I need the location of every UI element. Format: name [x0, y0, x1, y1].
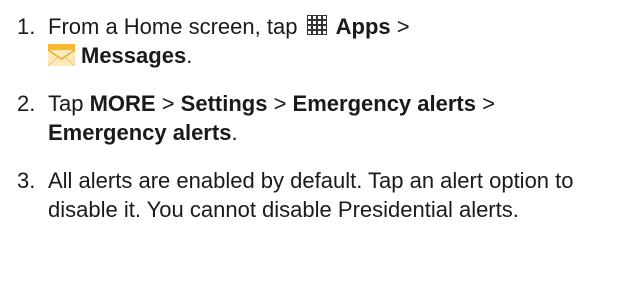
- step-number: 1.: [17, 14, 36, 39]
- step-1: 1. From a Home screen, tap Apps > Messag…: [17, 12, 637, 70]
- instruction-steps: 1. From a Home screen, tap Apps > Messag…: [17, 12, 637, 243]
- emergency-alerts-label: Emergency alerts: [292, 91, 476, 116]
- step-number: 2.: [17, 91, 36, 116]
- emergency-alerts-label: Emergency alerts: [48, 120, 232, 145]
- more-label: MORE: [89, 91, 156, 116]
- step-text: From a Home screen, tap Apps > Messages.: [48, 14, 410, 68]
- step-3: 3. All alerts are enabled by default. Ta…: [17, 166, 637, 224]
- apps-grid-icon: [306, 15, 327, 36]
- step-text: Tap MORE > Settings > Emergency alerts >…: [48, 91, 495, 145]
- settings-label: Settings: [180, 91, 268, 116]
- apps-label: Apps: [335, 14, 391, 39]
- step-number: 3.: [17, 168, 36, 193]
- step-text: All alerts are enabled by default. Tap a…: [48, 168, 574, 222]
- messages-label: Messages: [81, 43, 187, 68]
- step-2: 2. Tap MORE > Settings > Emergency alert…: [17, 89, 637, 147]
- messages-envelope-icon: [48, 44, 75, 67]
